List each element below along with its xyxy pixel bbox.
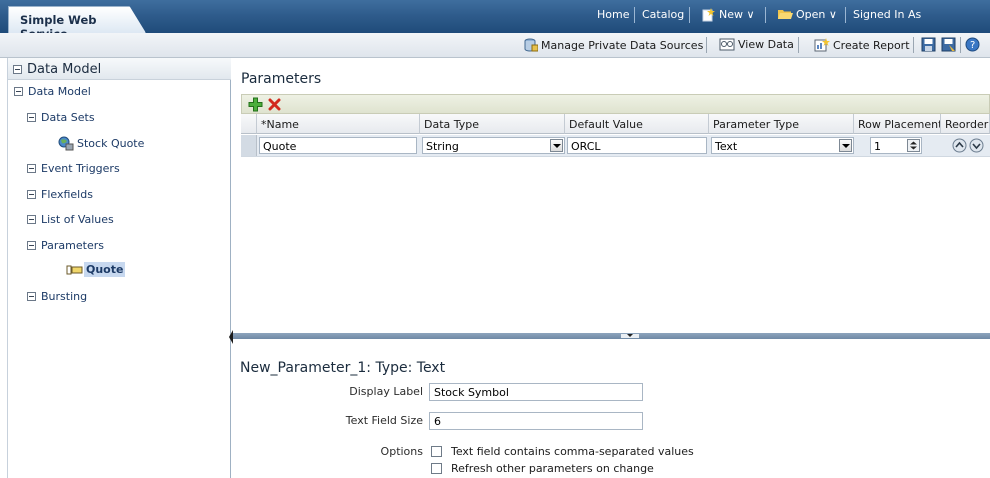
name-field[interactable]: Quote bbox=[259, 137, 417, 154]
chevron-down-icon[interactable] bbox=[839, 139, 852, 152]
home-link[interactable]: Home bbox=[597, 8, 629, 21]
catalog-link[interactable]: Catalog bbox=[642, 8, 684, 21]
toolbar-separator bbox=[960, 37, 961, 53]
tree-item-data-sets[interactable]: Data Sets bbox=[27, 111, 95, 124]
text-field-size-field[interactable]: 6 bbox=[429, 412, 643, 430]
chevron-down-icon[interactable] bbox=[550, 139, 563, 152]
collapse-icon bbox=[27, 164, 36, 173]
parameter-icon bbox=[66, 265, 83, 275]
options-label: Options bbox=[380, 445, 423, 458]
top-bar: Simple Web Service Home Catalog New ∨ Op… bbox=[0, 0, 990, 33]
row-selector-header bbox=[241, 114, 257, 134]
main-toolbar: Manage Private Data Sources View Data Cr… bbox=[0, 33, 990, 58]
column-header-name: *Name bbox=[257, 114, 420, 134]
data-type-value: String bbox=[426, 140, 459, 153]
table-row[interactable]: Quote String ORCL Text 1 bbox=[241, 135, 990, 157]
data-type-select[interactable]: String bbox=[422, 137, 565, 154]
column-header-default-value: Default Value bbox=[565, 114, 709, 134]
parameter-type-value: Text bbox=[715, 140, 738, 153]
row-selector[interactable] bbox=[241, 135, 257, 156]
parameters-table: *Name Data Type Default Value Parameter … bbox=[241, 114, 990, 390]
create-report-label: Create Report bbox=[833, 38, 910, 52]
row-placement-stepper[interactable]: 1 bbox=[870, 137, 922, 154]
manage-private-data-sources-label: Manage Private Data Sources bbox=[541, 38, 704, 52]
comma-separated-label: Text field contains comma-separated valu… bbox=[451, 445, 694, 458]
app-tab[interactable]: Simple Web Service bbox=[8, 6, 146, 33]
open-folder-icon bbox=[778, 10, 793, 19]
parameter-detail-title: New_Parameter_1: Type: Text bbox=[240, 360, 446, 376]
tree-item-bursting[interactable]: Bursting bbox=[27, 290, 87, 303]
column-header-parameter-type: Parameter Type bbox=[709, 114, 854, 134]
tree-item-data-model[interactable]: Data Model bbox=[14, 85, 91, 98]
delete-icon[interactable] bbox=[268, 98, 281, 111]
collapse-icon bbox=[27, 241, 36, 250]
nav-separator bbox=[634, 7, 635, 23]
toolbar-separator bbox=[798, 37, 799, 53]
open-menu[interactable]: Open ∨ bbox=[796, 8, 837, 21]
help-icon[interactable]: ? bbox=[965, 37, 980, 52]
new-document-icon bbox=[702, 8, 715, 22]
move-up-icon[interactable] bbox=[952, 138, 967, 153]
tree-item-stock-quote[interactable]: Stock Quote bbox=[58, 136, 144, 151]
panel-header-title[interactable]: Data Model bbox=[13, 62, 101, 77]
refresh-parameters-label: Refresh other parameters on change bbox=[451, 462, 654, 475]
text-field-size-label: Text Field Size bbox=[345, 414, 423, 427]
tree-item-flexfields[interactable]: Flexfields bbox=[27, 188, 93, 201]
column-header-data-type: Data Type bbox=[420, 114, 565, 134]
page-title: Parameters bbox=[241, 71, 322, 87]
nav-separator bbox=[845, 7, 846, 23]
web-service-data-set-icon bbox=[58, 136, 74, 151]
tree-item-quote-label: Quote bbox=[84, 262, 126, 277]
collapse-icon bbox=[13, 65, 22, 74]
move-down-icon[interactable] bbox=[969, 138, 984, 153]
new-menu[interactable]: New ∨ bbox=[719, 8, 755, 21]
column-header-reorder: Reorder bbox=[941, 114, 990, 134]
column-header-row-placement: Row Placement bbox=[854, 114, 941, 134]
nav-separator bbox=[765, 7, 766, 23]
add-icon[interactable] bbox=[248, 97, 263, 112]
view-data-icon bbox=[719, 38, 735, 51]
manage-private-data-sources-button[interactable]: Manage Private Data Sources bbox=[524, 38, 703, 52]
svg-text:?: ? bbox=[970, 40, 975, 51]
row-placement-value: 1 bbox=[874, 140, 881, 153]
collapse-icon bbox=[27, 113, 36, 122]
parameter-type-select[interactable]: Text bbox=[711, 137, 854, 154]
default-value-field[interactable]: ORCL bbox=[567, 137, 707, 154]
data-model-panel: Data Model Data Model Data Sets Stock Qu… bbox=[7, 58, 231, 478]
display-label-field[interactable]: Stock Symbol bbox=[429, 383, 643, 401]
tree-item-list-of-values[interactable]: List of Values bbox=[27, 213, 114, 226]
parameters-panel: Parameters *Name Data Type Default Value… bbox=[233, 58, 990, 478]
grid-toolbar bbox=[241, 94, 990, 114]
comma-separated-checkbox[interactable] bbox=[431, 446, 442, 457]
nav-separator bbox=[689, 7, 690, 23]
collapse-icon bbox=[27, 190, 36, 199]
collapse-icon bbox=[27, 292, 36, 301]
create-report-button[interactable]: Create Report bbox=[814, 38, 910, 52]
tree-item-quote[interactable]: Quote bbox=[66, 262, 126, 277]
tree-item-parameters[interactable]: Parameters bbox=[27, 239, 104, 252]
display-label-label: Display Label bbox=[349, 385, 423, 398]
panel-header: Data Model bbox=[8, 58, 231, 80]
save-icon[interactable] bbox=[921, 37, 936, 52]
view-data-button[interactable]: View Data bbox=[719, 38, 794, 51]
view-data-label: View Data bbox=[738, 38, 794, 51]
save-as-icon[interactable] bbox=[941, 37, 956, 52]
tree-item-event-triggers[interactable]: Event Triggers bbox=[27, 162, 120, 175]
splitter-collapse-icon[interactable] bbox=[621, 334, 639, 338]
signed-in-label: Signed In As bbox=[853, 8, 922, 21]
database-icon bbox=[524, 38, 538, 52]
collapse-icon bbox=[14, 87, 23, 96]
create-report-icon bbox=[814, 38, 830, 52]
spinner-icon[interactable] bbox=[907, 139, 920, 152]
collapse-icon bbox=[27, 215, 36, 224]
toolbar-separator bbox=[706, 37, 707, 53]
horizontal-splitter[interactable] bbox=[233, 333, 990, 339]
refresh-parameters-checkbox[interactable] bbox=[431, 463, 442, 474]
toolbar-separator bbox=[913, 37, 914, 53]
